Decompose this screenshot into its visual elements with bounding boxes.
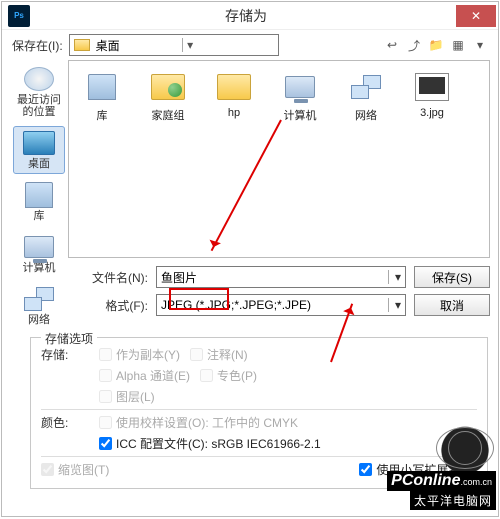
as-copy-checkbox[interactable]: 作为副本(Y) — [99, 346, 180, 363]
recent-icon — [24, 67, 54, 91]
new-folder-icon[interactable]: 📁 — [428, 37, 444, 53]
filename-value: 鱼图片 — [161, 269, 197, 286]
chevron-down-icon: ▾ — [388, 270, 401, 284]
save-in-select[interactable]: 桌面 ▾ — [69, 34, 279, 56]
computer-icon — [24, 236, 54, 258]
folder-icon — [74, 39, 90, 51]
format-label: 格式(F): — [68, 297, 148, 314]
globe-icon — [434, 425, 496, 471]
item-label: 3.jpg — [420, 107, 444, 119]
list-item[interactable]: 网络 — [337, 69, 395, 123]
desktop-icon — [23, 131, 55, 155]
filename-input[interactable]: 鱼图片 ▾ — [156, 266, 406, 288]
menu-icon[interactable]: ▾ — [472, 37, 488, 53]
icc-checkbox[interactable]: ICC 配置文件(C): sRGB IEC61966-2.1 — [99, 435, 321, 452]
library-icon — [25, 182, 53, 208]
up-icon[interactable]: ⤴ — [406, 37, 422, 53]
sidebar-item-label: 最近访问的位置 — [13, 94, 65, 118]
folder-icon — [217, 74, 251, 100]
homegroup-icon — [151, 74, 185, 100]
sidebar-item-network[interactable]: 网络 — [13, 282, 65, 330]
places-sidebar: 最近访问的位置 桌面 库 计算机 网络 — [10, 60, 68, 331]
item-label: 库 — [97, 107, 108, 123]
notes-checkbox[interactable]: 注释(N) — [190, 346, 248, 363]
list-item[interactable]: 3.jpg — [403, 69, 461, 119]
save-sub-label: 存储: — [41, 346, 89, 363]
close-button[interactable]: ✕ — [456, 5, 496, 27]
item-label: 家庭组 — [152, 107, 185, 123]
list-item[interactable]: 家庭组 — [139, 69, 197, 123]
thumbnail-checkbox[interactable]: 缩览图(T) — [41, 461, 109, 478]
sidebar-item-recent[interactable]: 最近访问的位置 — [13, 62, 65, 122]
sidebar-item-label: 计算机 — [23, 262, 56, 274]
spot-checkbox[interactable]: 专色(P) — [200, 367, 257, 384]
window-title: 存储为 — [36, 6, 456, 26]
item-label: 网络 — [355, 107, 377, 123]
sidebar-item-label: 网络 — [28, 314, 50, 326]
format-value: JPEG (*.JPG;*.JPEG;*.JPE) — [161, 298, 311, 312]
back-icon[interactable]: ↩ — [384, 37, 400, 53]
item-label: hp — [228, 107, 240, 119]
list-item[interactable]: hp — [205, 69, 263, 119]
proof-checkbox[interactable]: 使用校样设置(O): 工作中的 CMYK — [99, 414, 298, 431]
list-item[interactable]: 计算机 — [271, 69, 329, 123]
app-icon: Ps — [8, 5, 30, 27]
list-item[interactable]: 库 — [73, 69, 131, 123]
network-icon — [24, 287, 54, 311]
chevron-down-icon: ▾ — [182, 38, 274, 52]
alpha-checkbox[interactable]: Alpha 通道(E) — [99, 367, 190, 384]
image-thumb-icon — [415, 73, 449, 101]
options-legend: 存储选项 — [41, 330, 97, 347]
close-icon: ✕ — [471, 9, 481, 23]
sidebar-item-label: 库 — [34, 210, 45, 222]
save-button[interactable]: 保存(S) — [414, 266, 490, 288]
layers-checkbox[interactable]: 图层(L) — [99, 388, 155, 405]
library-icon — [88, 74, 116, 100]
color-sub-label: 颜色: — [41, 414, 89, 431]
filename-label: 文件名(N): — [68, 269, 148, 286]
file-listing[interactable]: 库 家庭组 hp 计算机 网络 — [68, 60, 490, 258]
chevron-down-icon: ▾ — [388, 298, 401, 312]
save-in-value: 桌面 — [96, 37, 183, 54]
sidebar-item-label: 桌面 — [28, 158, 50, 170]
cancel-button[interactable]: 取消 — [414, 294, 490, 316]
computer-icon — [285, 76, 315, 98]
watermark: PConline.com.cn 太平洋电脑网 — [387, 425, 496, 510]
item-label: 计算机 — [284, 107, 317, 123]
network-icon — [351, 75, 381, 99]
save-in-label: 保存在(I): — [12, 37, 63, 54]
sidebar-item-computer[interactable]: 计算机 — [13, 230, 65, 278]
sidebar-item-library[interactable]: 库 — [13, 178, 65, 226]
view-icon[interactable]: ▦ — [450, 37, 466, 53]
sidebar-item-desktop[interactable]: 桌面 — [13, 126, 65, 174]
format-select[interactable]: JPEG (*.JPG;*.JPEG;*.JPE) ▾ — [156, 294, 406, 316]
